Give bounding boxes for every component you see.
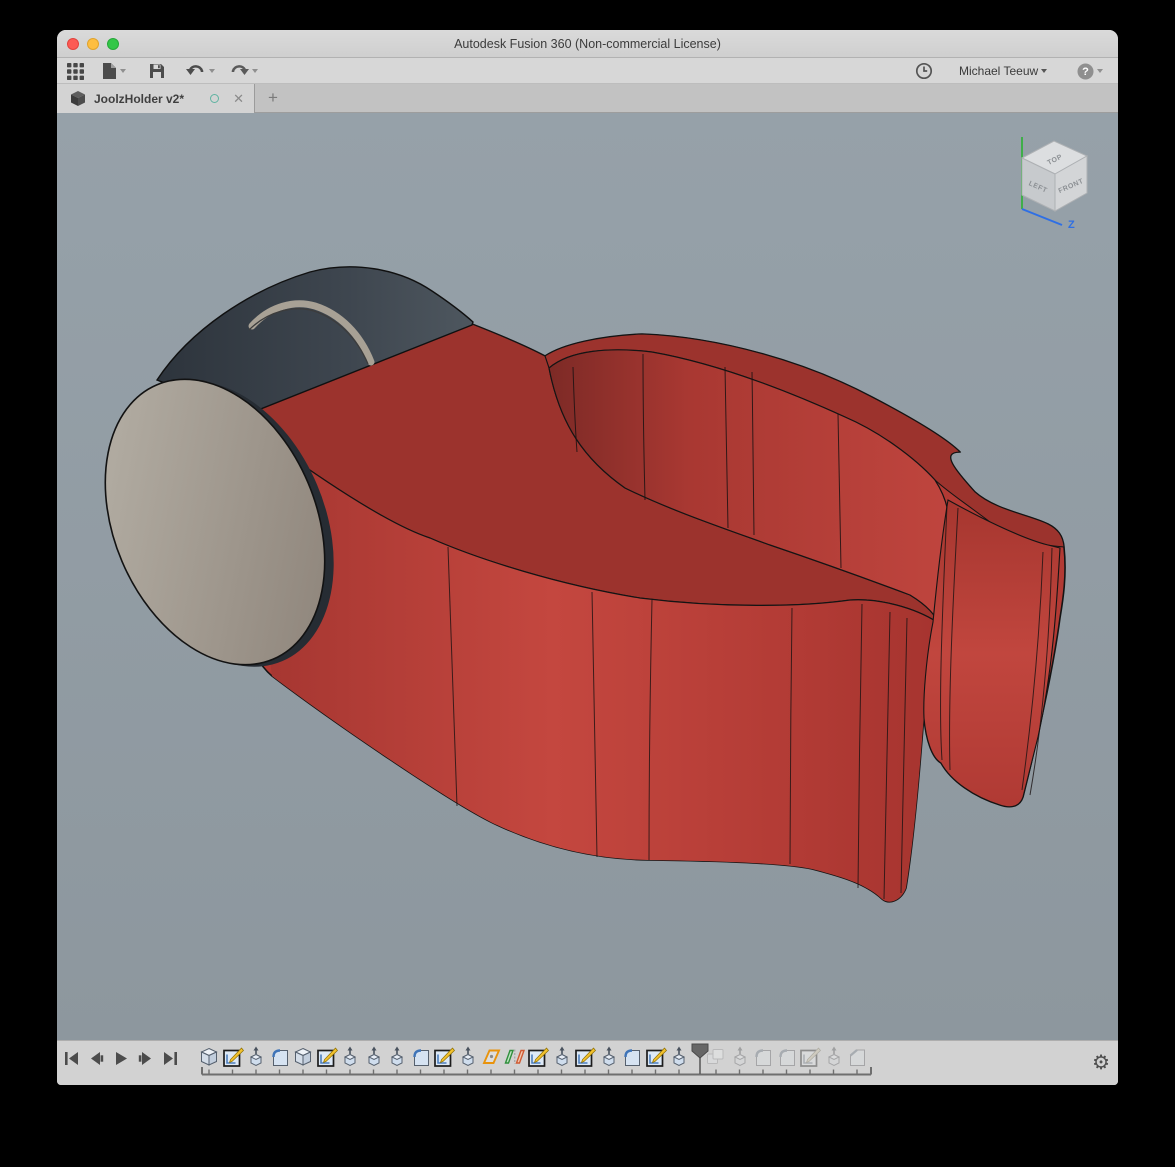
save-button[interactable] <box>149 61 165 81</box>
redo-button[interactable] <box>229 61 258 81</box>
timeline-settings-gear-icon[interactable]: ⚙ <box>1092 1047 1110 1077</box>
titlebar[interactable]: Autodesk Fusion 360 (Non-commercial Lice… <box>57 30 1118 58</box>
user-menu-caret <box>1041 69 1047 73</box>
help-icon: ? <box>1077 63 1094 80</box>
z-axis <box>1022 209 1062 225</box>
timeline-bar: ⚙ <box>57 1040 1118 1085</box>
app-grid-button[interactable] <box>67 61 84 81</box>
document-cube-icon <box>70 91 86 106</box>
model-3d <box>57 113 1118 1040</box>
model-right-jaw <box>924 500 1060 807</box>
user-menu[interactable]: Michael Teeuw <box>959 61 1047 81</box>
tab-joolzholder[interactable]: JoolzHolder v2* ✕ <box>57 84 255 113</box>
help-menu[interactable]: ? <box>1077 61 1103 81</box>
file-menu-caret <box>120 69 126 73</box>
redo-icon <box>229 63 249 79</box>
view-cube[interactable]: Z TOP LEFT FRONT <box>1005 125 1105 240</box>
new-tab-button[interactable]: + <box>268 88 278 108</box>
svg-text:?: ? <box>1082 66 1089 78</box>
timeline-ruler[interactable] <box>57 1041 1102 1085</box>
fusion360-window: Autodesk Fusion 360 (Non-commercial Lice… <box>57 30 1118 1085</box>
tab-bar: JoolzHolder v2* ✕ + <box>57 84 1118 113</box>
undo-menu-caret <box>209 69 215 73</box>
toolbar: Michael Teeuw ? <box>57 58 1118 84</box>
save-icon <box>149 63 165 79</box>
app-grid-icon <box>67 63 84 80</box>
redo-menu-caret <box>252 69 258 73</box>
tab-close-button[interactable]: ✕ <box>233 92 244 105</box>
job-status-button[interactable] <box>915 61 933 81</box>
user-name: Michael Teeuw <box>959 64 1038 78</box>
file-menu-button[interactable] <box>102 61 126 81</box>
tab-title: JoolzHolder v2* <box>94 92 202 106</box>
z-axis-label: Z <box>1068 219 1075 231</box>
help-menu-caret <box>1097 69 1103 73</box>
file-icon <box>102 62 117 80</box>
timeline-marker[interactable] <box>692 1044 708 1074</box>
sync-status-icon <box>210 94 219 103</box>
viewport-canvas[interactable]: Z TOP LEFT FRONT <box>57 113 1118 1040</box>
clock-icon <box>915 62 933 80</box>
window-title: Autodesk Fusion 360 (Non-commercial Lice… <box>57 30 1118 58</box>
undo-button[interactable] <box>186 61 215 81</box>
undo-icon <box>186 63 206 79</box>
